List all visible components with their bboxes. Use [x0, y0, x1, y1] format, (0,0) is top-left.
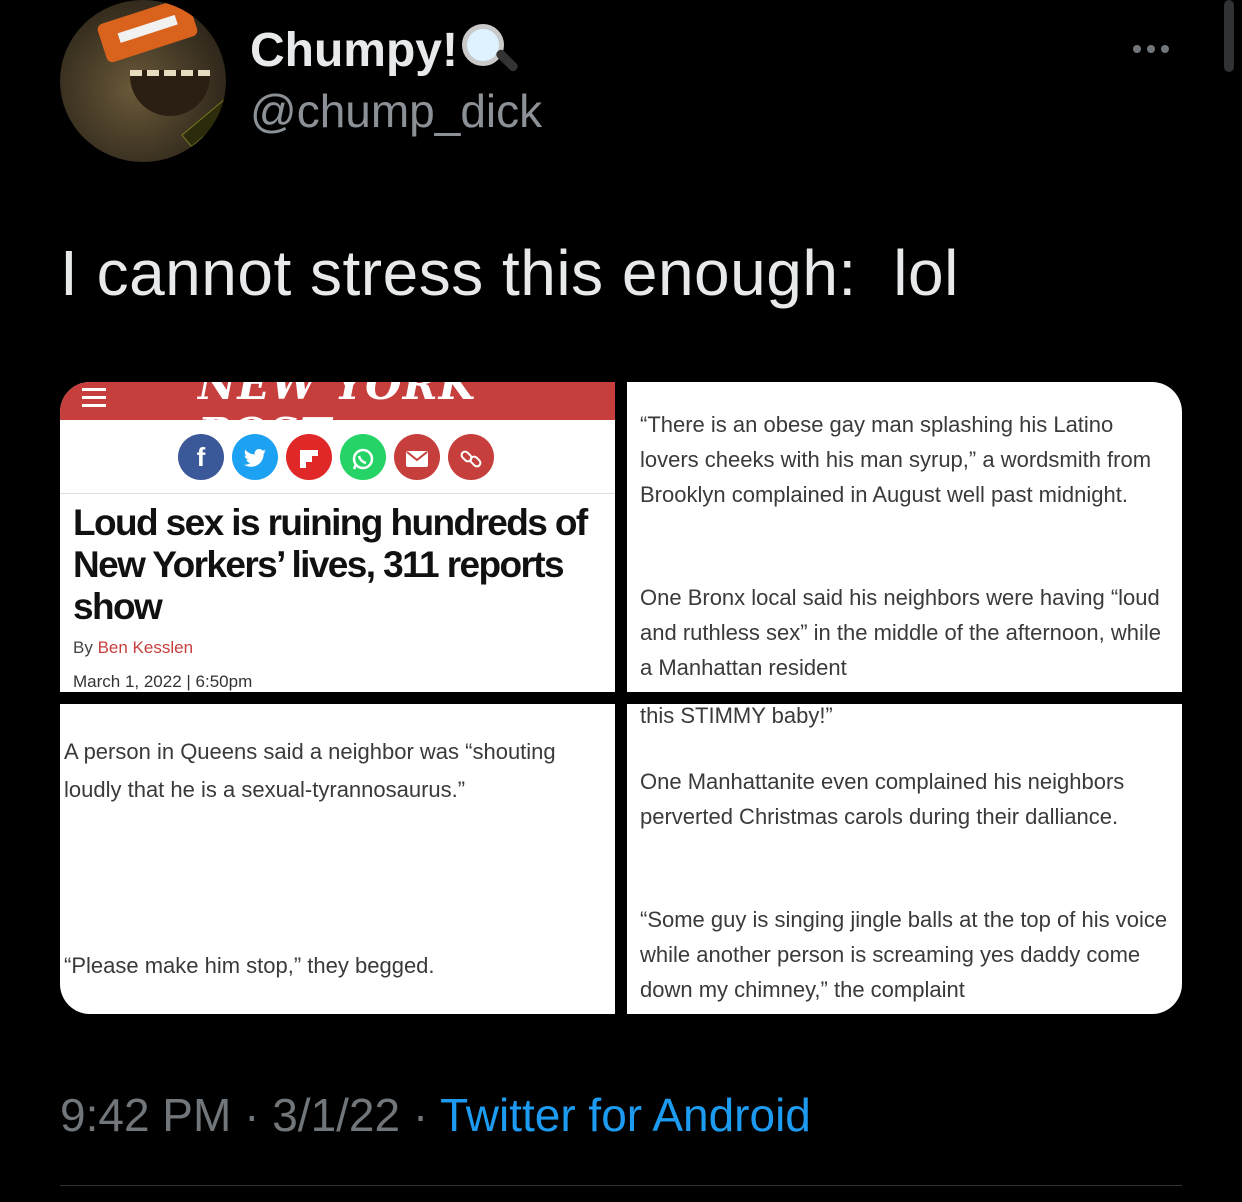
divider: [60, 493, 615, 494]
tweet-metadata: 9:42 PM · 3/1/22 · Twitter for Android: [60, 1089, 811, 1141]
scrollbar-thumb[interactable]: [1224, 0, 1234, 72]
article-paragraph: “Some guy is singing jingle balls at the…: [640, 907, 1168, 1002]
article-paragraph: this STIMMY baby!”: [640, 704, 833, 728]
twitter-icon: [232, 434, 278, 480]
facebook-icon: f: [178, 434, 224, 480]
tweet-text: I cannot stress this enough: lol: [60, 237, 959, 309]
author-link: Ben Kesslen: [97, 638, 194, 657]
link-icon: [448, 434, 494, 480]
avatar-jaw: [130, 70, 210, 116]
avatar-hat: [96, 0, 199, 64]
tweet-source-link[interactable]: Twitter for Android: [440, 1089, 811, 1141]
article-paragraph: One Manhattanite even complained his nei…: [640, 769, 1125, 829]
tweet-date[interactable]: 3/1/22: [272, 1089, 400, 1141]
magnifying-glass-icon: [458, 22, 520, 73]
article-byline: By Ben Kesslen: [73, 638, 194, 657]
display-name[interactable]: Chumpy!: [250, 22, 520, 78]
media-image-3[interactable]: A person in Queens said a neighbor was “…: [60, 704, 615, 1014]
article-dateline: March 1, 2022 | 6:50pm: [73, 672, 253, 691]
email-icon: [394, 434, 440, 480]
profile-avatar[interactable]: [60, 0, 226, 162]
user-handle[interactable]: @chump_dick: [250, 84, 542, 138]
nyp-header-bar: NEW YORK POST: [60, 382, 615, 458]
whatsapp-icon: [340, 434, 386, 480]
flipboard-icon: [286, 434, 332, 480]
tweet-time[interactable]: 9:42 PM: [60, 1089, 231, 1141]
menu-icon: [82, 388, 106, 412]
article-headline: Loud sex is ruining hundreds of New York…: [73, 502, 588, 627]
media-image-2[interactable]: “There is an obese gay man splashing his…: [627, 382, 1182, 692]
divider: [60, 1185, 1182, 1186]
share-buttons: f: [178, 434, 502, 480]
article-paragraph: A person in Queens said a neighbor was “…: [64, 739, 556, 802]
article-paragraph: One Bronx local said his neighbors were …: [640, 585, 1161, 680]
tweet-media-grid[interactable]: NEW YORK POST f Loud sex is ruining hund…: [60, 382, 1182, 1014]
article-paragraph: “Please make him stop,” they begged.: [64, 953, 435, 978]
article-paragraph: “There is an obese gay man splashing his…: [640, 412, 1152, 507]
more-options-icon[interactable]: [1133, 40, 1179, 54]
media-image-4[interactable]: this STIMMY baby!” One Manhattanite even…: [627, 704, 1182, 1014]
display-name-text: Chumpy!: [250, 24, 458, 77]
media-image-1[interactable]: NEW YORK POST f Loud sex is ruining hund…: [60, 382, 615, 692]
